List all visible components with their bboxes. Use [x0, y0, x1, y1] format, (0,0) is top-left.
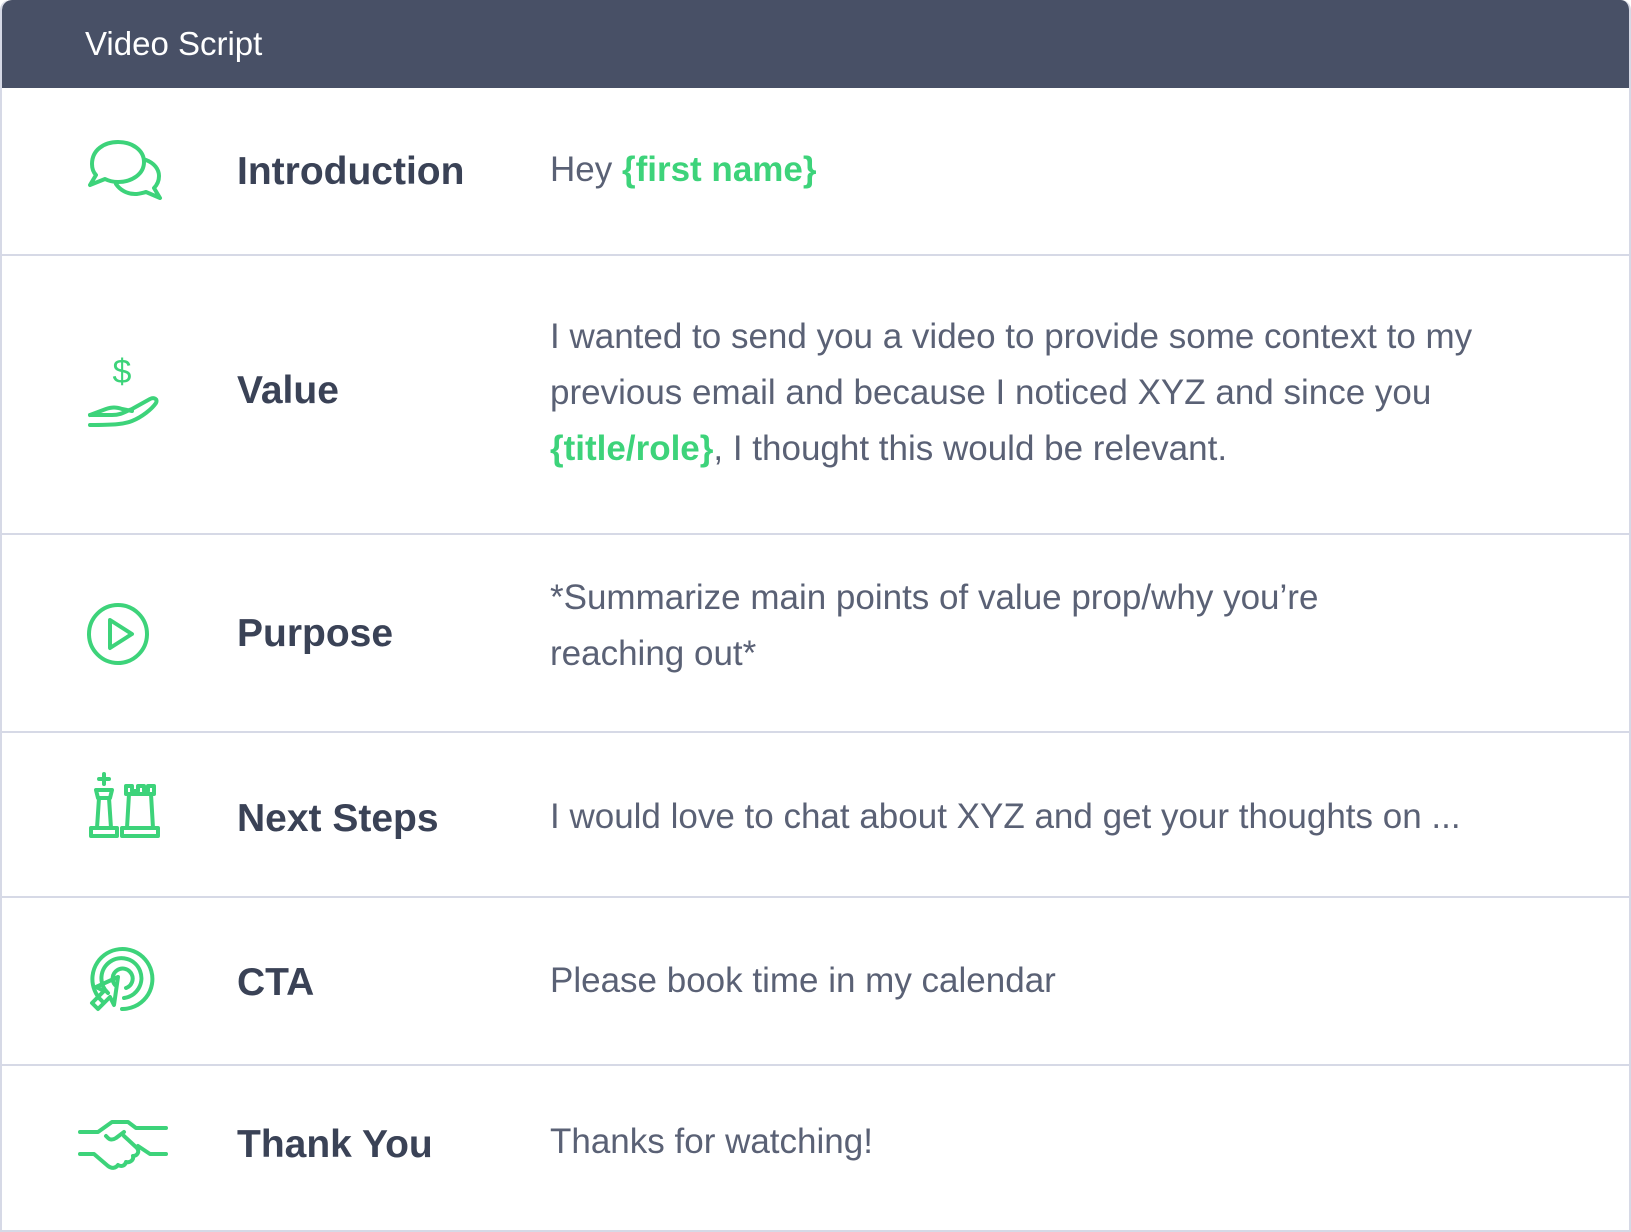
- row-text-part: I wanted to send you a video to provide …: [550, 317, 1473, 412]
- script-row-introduction: Introduction Hey {first name}: [2, 88, 1629, 256]
- script-row-thank-you: Thank You Thanks for watching!: [2, 1066, 1629, 1230]
- row-text-part: Please book time in my calendar: [550, 961, 1056, 1000]
- row-text-part: , I thought this would be relevant.: [713, 429, 1228, 468]
- target-cursor-icon: [82, 941, 166, 1025]
- video-script-card: Video Script Introduction Hey {first nam…: [0, 0, 1631, 1232]
- card-title: Video Script: [85, 25, 263, 62]
- row-text-part: *Summarize main points of value prop/why…: [550, 578, 1319, 673]
- script-row-cta: CTA Please book time in my calendar: [2, 898, 1629, 1066]
- row-label: Next Steps: [237, 797, 439, 840]
- row-text-part: I would love to chat about XYZ and get y…: [550, 797, 1461, 836]
- row-label: Introduction: [237, 150, 465, 193]
- hand-dollar-icon: $: [82, 353, 166, 437]
- row-text: I wanted to send you a video to provide …: [550, 309, 1580, 477]
- script-row-purpose: Purpose *Summarize main points of value …: [2, 535, 1629, 733]
- row-text-part: Thanks for watching!: [550, 1122, 873, 1161]
- row-label: CTA: [237, 961, 315, 1004]
- row-text: *Summarize main points of value prop/why…: [550, 570, 1410, 682]
- row-label: Thank You: [237, 1123, 433, 1166]
- row-label: Value: [237, 369, 339, 412]
- row-text: Please book time in my calendar: [550, 953, 1580, 1009]
- play-circle-icon: [82, 598, 166, 682]
- row-text: Thanks for watching!: [550, 1114, 1580, 1170]
- handshake-icon: [78, 1110, 168, 1194]
- chess-pieces-icon: [82, 770, 166, 854]
- script-row-value: $ Value I wanted to send you a video to …: [2, 256, 1629, 535]
- speech-bubbles-icon: [82, 130, 166, 214]
- variable-title-role: {title/role}: [550, 429, 714, 468]
- card-header: Video Script: [2, 0, 1629, 88]
- row-text-part: Hey: [550, 150, 622, 189]
- script-row-next-steps: Next Steps I would love to chat about XY…: [2, 733, 1629, 898]
- row-text: I would love to chat about XYZ and get y…: [550, 789, 1580, 845]
- variable-first-name: {first name}: [621, 150, 817, 189]
- row-text: Hey {first name}: [550, 142, 1580, 198]
- row-label: Purpose: [237, 612, 394, 655]
- svg-text:$: $: [113, 353, 132, 391]
